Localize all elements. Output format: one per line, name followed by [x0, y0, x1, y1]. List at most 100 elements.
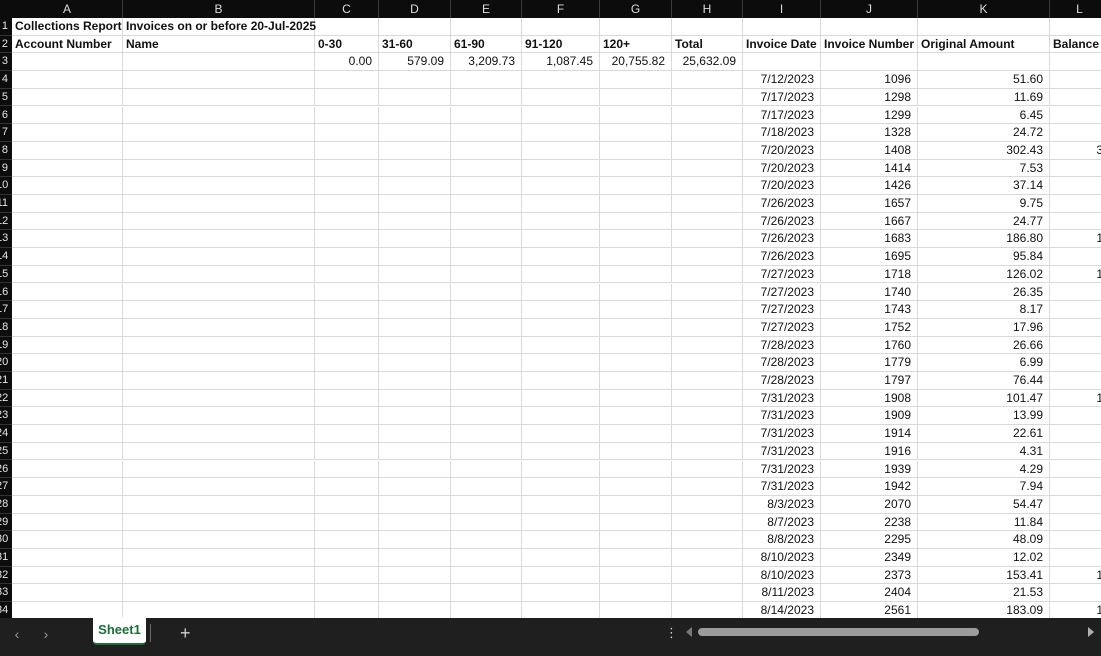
cell[interactable]	[600, 549, 672, 567]
cell[interactable]	[12, 566, 123, 585]
cell[interactable]	[379, 124, 451, 142]
cell[interactable]	[672, 71, 743, 89]
cell[interactable]	[123, 283, 315, 302]
invoice-number-cell[interactable]: 1916	[821, 442, 918, 461]
balance-cell[interactable]	[1050, 301, 1101, 319]
scrollbar-thumb[interactable]	[698, 628, 980, 636]
row-header[interactable]: 5	[0, 89, 12, 107]
row-header[interactable]: 16	[0, 284, 12, 302]
row-header[interactable]: 33	[0, 584, 12, 603]
cell[interactable]	[315, 336, 379, 355]
cell[interactable]	[123, 354, 315, 372]
original-amount-cell[interactable]: 4.29	[918, 460, 1050, 479]
cell[interactable]	[672, 425, 743, 443]
cell[interactable]	[522, 442, 600, 461]
cell[interactable]	[1050, 18, 1101, 36]
cell[interactable]	[315, 71, 379, 89]
cell[interactable]	[451, 354, 522, 372]
cell[interactable]	[123, 531, 315, 549]
cell[interactable]	[379, 584, 451, 603]
cell[interactable]	[600, 230, 672, 249]
column-title-g[interactable]: 120+	[600, 35, 672, 54]
cell[interactable]	[379, 230, 451, 249]
cell[interactable]	[315, 177, 379, 195]
original-amount-cell[interactable]: 302.43	[918, 141, 1050, 160]
invoice-number-cell[interactable]: 1408	[821, 141, 918, 160]
cell[interactable]	[522, 513, 600, 532]
cell[interactable]	[451, 124, 522, 142]
cell[interactable]	[379, 495, 451, 514]
cell[interactable]	[918, 53, 1050, 72]
cell[interactable]	[315, 389, 379, 408]
original-amount-cell[interactable]: 13.99	[918, 407, 1050, 426]
cell[interactable]	[451, 248, 522, 266]
balance-cell[interactable]	[1050, 407, 1101, 426]
invoice-date-cell[interactable]: 7/28/2023	[743, 354, 821, 372]
row-header[interactable]: 1	[0, 18, 12, 36]
balance-cell[interactable]	[1050, 514, 1101, 532]
invoice-date-cell[interactable]: 7/31/2023	[743, 460, 821, 479]
cell[interactable]	[672, 301, 743, 319]
cell[interactable]	[672, 389, 743, 408]
column-header-j[interactable]: J	[821, 0, 918, 18]
cell[interactable]	[315, 141, 379, 160]
balance-cell[interactable]	[1050, 425, 1101, 443]
invoice-date-cell[interactable]: 7/31/2023	[743, 478, 821, 496]
cell[interactable]	[379, 372, 451, 390]
original-amount-cell[interactable]: 54.47	[918, 495, 1050, 514]
original-amount-cell[interactable]: 6.99	[918, 354, 1050, 372]
column-title-e[interactable]: 61-90	[451, 35, 522, 54]
cell[interactable]	[1050, 53, 1101, 72]
invoice-number-cell[interactable]: 1760	[821, 336, 918, 355]
cell[interactable]	[379, 265, 451, 284]
worksheet-grid[interactable]: ABCDEFGHIJKL 123456789101112131415161718…	[0, 0, 1101, 618]
cell[interactable]	[672, 460, 743, 479]
cell[interactable]	[672, 566, 743, 585]
cell[interactable]	[451, 88, 522, 107]
invoice-number-cell[interactable]: 2295	[821, 531, 918, 549]
cell[interactable]	[600, 584, 672, 603]
cell[interactable]	[315, 584, 379, 603]
cell[interactable]	[379, 212, 451, 231]
cell[interactable]	[379, 531, 451, 549]
cell[interactable]	[12, 88, 123, 107]
cell[interactable]	[315, 531, 379, 549]
row-header[interactable]: 8	[0, 142, 12, 160]
original-amount-cell[interactable]: 37.14	[918, 177, 1050, 195]
cell[interactable]	[123, 124, 315, 142]
cell[interactable]	[600, 566, 672, 585]
cell[interactable]	[315, 407, 379, 426]
row-header[interactable]: 11	[0, 195, 12, 213]
cell[interactable]	[522, 195, 600, 213]
cell[interactable]	[315, 88, 379, 107]
cell[interactable]	[451, 407, 522, 426]
invoice-date-cell[interactable]: 7/26/2023	[743, 212, 821, 231]
cell[interactable]	[12, 442, 123, 461]
cell[interactable]	[123, 460, 315, 479]
invoice-number-cell[interactable]: 1797	[821, 372, 918, 390]
cell[interactable]	[600, 372, 672, 390]
cell[interactable]	[12, 425, 123, 443]
original-amount-cell[interactable]: 11.69	[918, 88, 1050, 107]
cell[interactable]	[379, 602, 451, 618]
column-title-f[interactable]: 91-120	[522, 35, 600, 54]
tab-sheet1[interactable]: Sheet1	[93, 617, 146, 645]
row-header[interactable]: 9	[0, 160, 12, 178]
balance-cell[interactable]: 1	[1050, 390, 1101, 408]
cell[interactable]	[672, 442, 743, 461]
original-amount-cell[interactable]: 8.17	[918, 301, 1050, 319]
invoice-date-cell[interactable]: 7/27/2023	[743, 265, 821, 284]
cell[interactable]	[522, 265, 600, 284]
cell[interactable]	[522, 336, 600, 355]
original-amount-cell[interactable]: 9.75	[918, 195, 1050, 213]
column-header-f[interactable]: F	[522, 0, 600, 18]
cell[interactable]	[672, 372, 743, 390]
balance-cell[interactable]: 1	[1050, 602, 1101, 618]
cell[interactable]	[821, 53, 918, 72]
cell[interactable]	[600, 389, 672, 408]
cell[interactable]	[123, 513, 315, 532]
cell[interactable]	[451, 159, 522, 178]
original-amount-cell[interactable]: 22.61	[918, 425, 1050, 443]
total-cell-h[interactable]: 25,632.09	[672, 53, 743, 72]
cell[interactable]	[600, 18, 672, 36]
